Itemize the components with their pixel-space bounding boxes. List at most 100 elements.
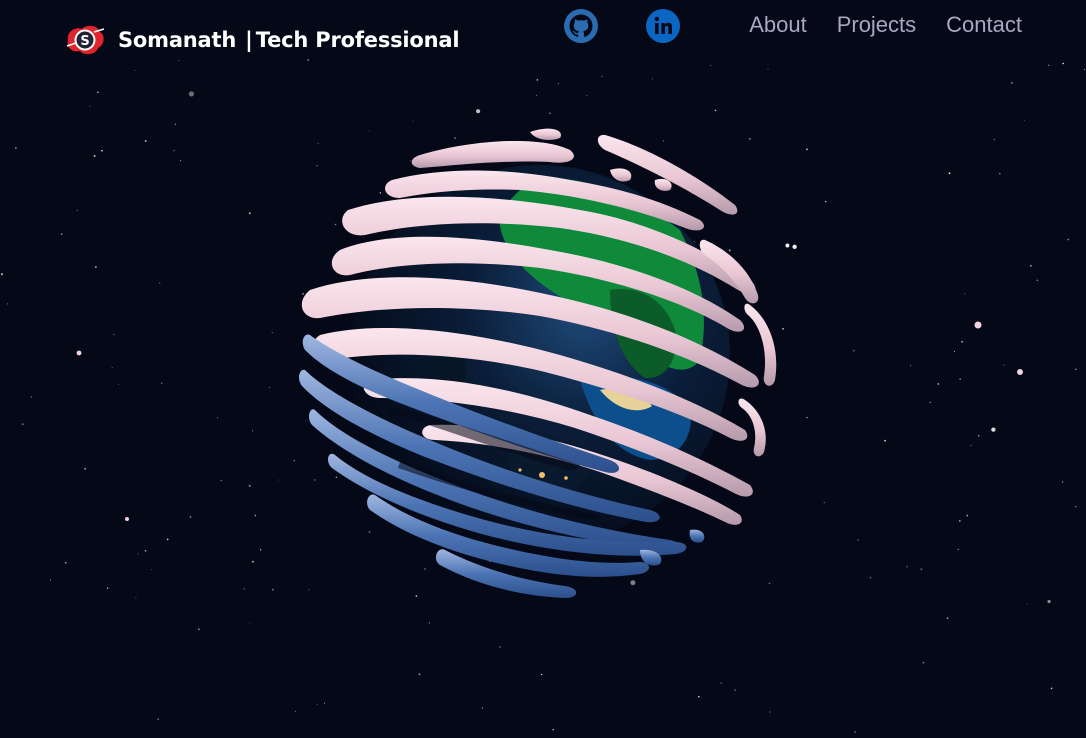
- s-logo-icon: S: [66, 25, 105, 55]
- star: [111, 366, 113, 368]
- star: [991, 427, 996, 432]
- star: [254, 514, 257, 517]
- star: [852, 349, 855, 352]
- star: [159, 282, 161, 284]
- star: [586, 95, 588, 97]
- star: [260, 549, 262, 551]
- star: [106, 587, 109, 589]
- nav-link-contact[interactable]: Contact: [946, 12, 1022, 38]
- star: [1026, 603, 1028, 605]
- nav-link-about[interactable]: About: [749, 12, 807, 38]
- star: [418, 673, 421, 676]
- star: [920, 568, 923, 571]
- star: [1036, 279, 1039, 281]
- star: [906, 565, 908, 568]
- brand-home-link[interactable]: S Somanath | Tech Professional: [64, 20, 460, 60]
- star: [966, 514, 969, 517]
- star: [198, 628, 200, 631]
- nav-link-projects[interactable]: Projects: [837, 12, 916, 38]
- star: [144, 549, 147, 552]
- star: [957, 548, 959, 551]
- star: [922, 661, 925, 664]
- svg-text:S: S: [80, 34, 89, 49]
- star: [1062, 481, 1064, 483]
- star: [961, 340, 963, 343]
- brand-tagline: Tech Professional: [255, 28, 460, 52]
- star: [157, 718, 160, 721]
- star: [248, 212, 251, 215]
- star: [854, 731, 856, 733]
- star: [558, 83, 560, 85]
- brand-separator: |: [245, 28, 253, 52]
- github-link[interactable]: [563, 8, 599, 44]
- star: [60, 233, 63, 235]
- bright-star: [76, 350, 82, 356]
- star: [294, 710, 296, 712]
- star: [268, 386, 270, 388]
- star: [216, 417, 218, 419]
- star: [929, 401, 931, 404]
- star: [49, 579, 52, 581]
- star: [220, 479, 222, 482]
- star: [535, 94, 538, 96]
- star: [948, 172, 951, 175]
- star: [316, 703, 318, 705]
- star: [1067, 238, 1070, 241]
- portfolio-page: S Somanath | Tech Professional About Pro…: [0, 0, 1086, 738]
- star: [21, 423, 24, 426]
- bright-star: [1017, 369, 1023, 375]
- star: [428, 622, 431, 624]
- star: [823, 502, 825, 504]
- star: [769, 711, 771, 713]
- star: [536, 79, 539, 81]
- star: [958, 519, 961, 522]
- star: [101, 149, 103, 152]
- star: [964, 293, 966, 295]
- star: [909, 365, 912, 367]
- star: [151, 569, 153, 571]
- star: [1075, 368, 1077, 371]
- earth-globe-canvas[interactable]: [280, 110, 810, 610]
- github-icon: [564, 9, 598, 43]
- star: [1050, 687, 1053, 690]
- nav-links: About Projects Contact: [749, 10, 1022, 40]
- star: [1047, 599, 1051, 604]
- star: [720, 682, 722, 684]
- star: [6, 303, 9, 305]
- bright-star: [974, 321, 982, 329]
- star: [1003, 364, 1005, 366]
- star: [323, 702, 325, 704]
- star: [953, 351, 955, 352]
- star: [174, 123, 176, 125]
- star: [1074, 505, 1077, 508]
- star: [252, 430, 254, 432]
- star: [937, 383, 940, 385]
- star: [89, 105, 91, 107]
- star: [1030, 265, 1032, 267]
- star: [824, 200, 827, 203]
- star: [15, 147, 17, 149]
- star: [76, 209, 79, 212]
- star: [552, 729, 554, 731]
- star: [84, 467, 87, 470]
- star: [993, 138, 996, 141]
- star: [243, 588, 245, 590]
- linkedin-icon: [646, 9, 680, 43]
- star: [144, 140, 147, 142]
- star: [946, 617, 949, 620]
- star: [272, 588, 274, 591]
- star: [857, 539, 859, 541]
- linkedin-link[interactable]: [645, 8, 681, 44]
- star: [180, 160, 182, 162]
- star: [135, 597, 137, 599]
- star: [93, 154, 96, 157]
- star: [117, 383, 119, 385]
- star: [160, 382, 163, 384]
- star: [651, 78, 653, 80]
- star: [977, 434, 980, 437]
- navbar: S Somanath | Tech Professional About Pro…: [0, 0, 1086, 78]
- star: [698, 695, 700, 698]
- star: [734, 689, 736, 691]
- star: [1010, 81, 1013, 84]
- star: [65, 562, 67, 564]
